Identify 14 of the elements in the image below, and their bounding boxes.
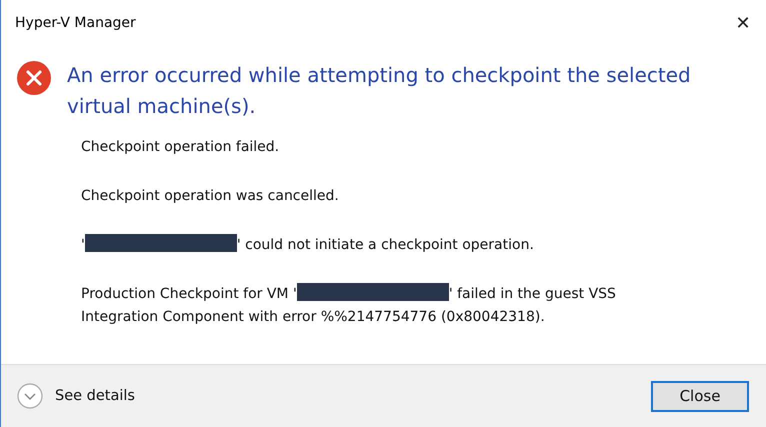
- message-text: Checkpoint operation failed.: [81, 139, 280, 155]
- error-heading: An error occurred while attempting to checkpoint the selected virtual machine(s).: [67, 62, 692, 120]
- error-icon: [17, 61, 51, 95]
- message-text: ' failed in the guest VSS: [448, 286, 616, 302]
- message-text: ' could not initiate a checkpoint operation.: [236, 237, 534, 253]
- see-details-toggle[interactable]: See details: [17, 383, 135, 409]
- message-text: Production Checkpoint for VM ': [81, 286, 297, 302]
- message-text: Checkpoint operation was cancelled.: [81, 188, 339, 204]
- message-text: Integration Component with error %%2147754776 (0x80042318).: [81, 309, 545, 325]
- window-title: Hyper-V Manager: [15, 15, 136, 31]
- close-button[interactable]: ✕: [728, 8, 758, 38]
- close-dialog-button[interactable]: Close: [651, 380, 749, 412]
- chevron-down-circle-icon: [17, 383, 43, 409]
- message-text: ': [81, 237, 85, 253]
